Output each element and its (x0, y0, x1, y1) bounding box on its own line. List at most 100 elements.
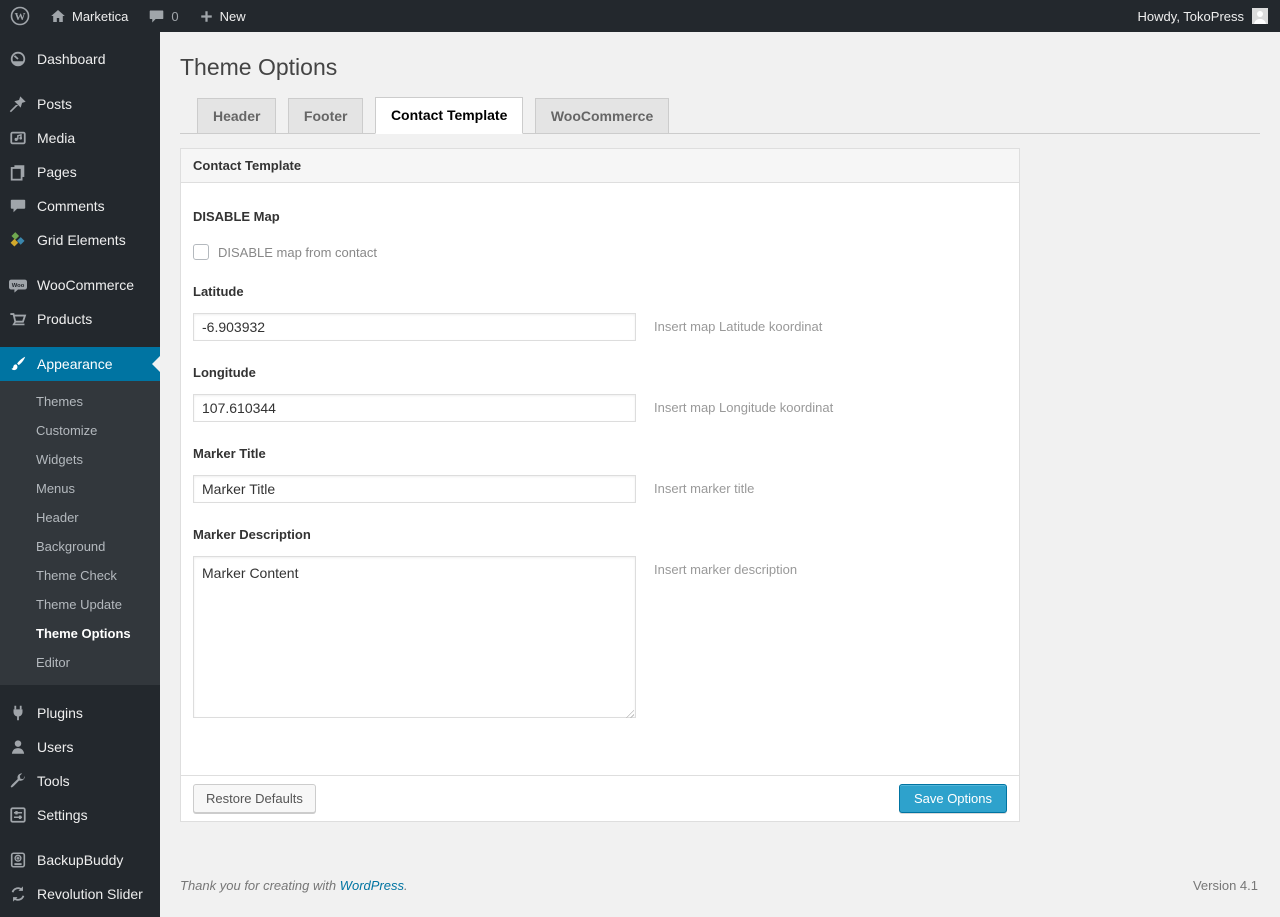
comments-admin-bar-button[interactable]: 0 (138, 0, 188, 32)
panel-footer: Restore Defaults Save Options (181, 775, 1019, 821)
submenu-item-theme-options[interactable]: Theme Options (0, 619, 160, 648)
grid-elements-icon (8, 230, 28, 250)
save-options-button[interactable]: Save Options (898, 784, 1007, 813)
sidebar-item-appearance[interactable]: Appearance (0, 347, 160, 381)
svg-text:W: W (15, 11, 26, 23)
menu-separator (0, 257, 160, 268)
disable-map-label: DISABLE Map (193, 209, 280, 224)
latitude-label: Latitude (193, 284, 244, 299)
menu-separator (0, 832, 160, 843)
tab-contact-template[interactable]: Contact Template (374, 97, 524, 134)
sidebar-item-label: Products (37, 311, 93, 327)
submenu-item-header[interactable]: Header (0, 503, 160, 532)
sidebar-item-plugins[interactable]: Plugins (0, 696, 160, 730)
tab-header[interactable]: Header (197, 98, 277, 133)
sidebar-item-products[interactable]: Products (0, 302, 160, 336)
sidebar-item-tools[interactable]: Tools (0, 764, 160, 798)
longitude-help: Insert map Longitude koordinat (654, 400, 834, 415)
pushpin-icon (8, 94, 28, 114)
backup-disk-icon (8, 850, 28, 870)
submenu-item-theme-check[interactable]: Theme Check (0, 561, 160, 590)
sidebar-item-label: Pages (37, 164, 77, 180)
menu-separator (0, 685, 160, 696)
submenu-item-customize[interactable]: Customize (0, 416, 160, 445)
marker-description-label: Marker Description (193, 527, 311, 542)
sidebar-item-woocommerce[interactable]: Woo WooCommerce (0, 268, 160, 302)
panel-body: DISABLE Map DISABLE map from contact Lat… (181, 183, 1019, 775)
sidebar-item-grid-elements[interactable]: Grid Elements (0, 223, 160, 257)
marker-title-input[interactable] (193, 475, 636, 503)
longitude-input[interactable] (193, 394, 636, 422)
restore-defaults-button[interactable]: Restore Defaults (193, 784, 316, 813)
sidebar-item-users[interactable]: Users (0, 730, 160, 764)
tab-bar: Header Footer Contact Template WooCommer… (180, 97, 1260, 134)
contact-template-panel: Contact Template DISABLE Map DISABLE map… (180, 148, 1020, 822)
menu-separator (0, 76, 160, 87)
sidebar-item-label: WooCommerce (37, 277, 134, 293)
footer-thanks-text: Thank you for creating with WordPress. (180, 878, 408, 893)
refresh-arrows-icon (8, 884, 28, 904)
marker-description-textarea[interactable] (193, 556, 636, 718)
sidebar-item-media[interactable]: Media (0, 121, 160, 155)
wordpress-link[interactable]: WordPress (340, 878, 404, 893)
howdy-label: Howdy, TokoPress (1137, 8, 1244, 24)
svg-text:Woo: Woo (12, 283, 25, 289)
submenu-item-themes[interactable]: Themes (0, 387, 160, 416)
longitude-label: Longitude (193, 365, 256, 380)
submenu-item-background[interactable]: Background (0, 532, 160, 561)
latitude-input[interactable] (193, 313, 636, 341)
sidebar-item-label: Users (37, 739, 74, 755)
submenu-item-theme-update[interactable]: Theme Update (0, 590, 160, 619)
tab-footer[interactable]: Footer (287, 98, 364, 133)
marker-title-label: Marker Title (193, 446, 266, 461)
dashboard-gauge-icon (8, 49, 28, 69)
thanks-prefix: Thank you for creating with (180, 878, 340, 893)
appearance-submenu: Themes Customize Widgets Menus Header Ba… (0, 381, 160, 685)
sliders-icon (8, 805, 28, 825)
disable-map-checkbox-label: DISABLE map from contact (218, 244, 377, 260)
submenu-item-editor[interactable]: Editor (0, 648, 160, 677)
plus-icon (199, 9, 214, 24)
disable-map-checkbox[interactable] (193, 244, 209, 260)
panel-title: Contact Template (181, 149, 1019, 183)
sidebar-item-backupbuddy[interactable]: BackupBuddy (0, 843, 160, 877)
tab-woocommerce[interactable]: WooCommerce (534, 98, 670, 133)
marker-description-row: Insert marker description (193, 556, 1007, 723)
sidebar-item-label: Settings (37, 807, 88, 823)
sidebar-item-posts[interactable]: Posts (0, 87, 160, 121)
latitude-help: Insert map Latitude koordinat (654, 319, 823, 334)
comment-bubble-icon (148, 8, 165, 25)
submenu-item-menus[interactable]: Menus (0, 474, 160, 503)
wp-logo-button[interactable]: W (0, 0, 40, 32)
menu-separator (0, 336, 160, 347)
paintbrush-icon (8, 354, 28, 374)
marker-title-help: Insert marker title (654, 481, 755, 496)
sidebar-item-pages[interactable]: Pages (0, 155, 160, 189)
sidebar-item-settings[interactable]: Settings (0, 798, 160, 832)
sidebar-item-label: Plugins (37, 705, 83, 721)
sidebar-item-label: Grid Elements (37, 232, 126, 248)
sidebar-item-punch-fonts[interactable]: A Punch Fonts (0, 911, 160, 917)
sidebar-item-label: Posts (37, 96, 73, 112)
sidebar-item-label: Tools (37, 773, 70, 789)
account-menu[interactable]: Howdy, TokoPress (1126, 0, 1280, 32)
submenu-item-widgets[interactable]: Widgets (0, 445, 160, 474)
pages-icon (8, 162, 28, 182)
sidebar-item-label: Dashboard (37, 51, 106, 67)
new-content-button[interactable]: New (189, 0, 256, 32)
wrench-icon (8, 771, 28, 791)
sidebar-item-label: Media (37, 130, 76, 146)
marker-description-help: Insert marker description (654, 562, 798, 577)
admin-bar: W Marketica 0 New Howdy, TokoPress (0, 0, 1280, 32)
sidebar-item-comments[interactable]: Comments (0, 189, 160, 223)
page-footer: Thank you for creating with WordPress. V… (180, 878, 1258, 893)
marker-title-row: Insert marker title (193, 475, 1007, 503)
disable-map-row: DISABLE map from contact (193, 244, 1007, 260)
wordpress-logo-icon: W (10, 6, 30, 26)
sidebar-item-revolution-slider[interactable]: Revolution Slider (0, 877, 160, 911)
site-name-menu[interactable]: Marketica (40, 0, 138, 32)
sidebar-item-dashboard[interactable]: Dashboard (0, 42, 160, 76)
site-name-label: Marketica (72, 8, 129, 24)
sidebar-item-label: Comments (37, 198, 105, 214)
user-icon (8, 737, 28, 757)
